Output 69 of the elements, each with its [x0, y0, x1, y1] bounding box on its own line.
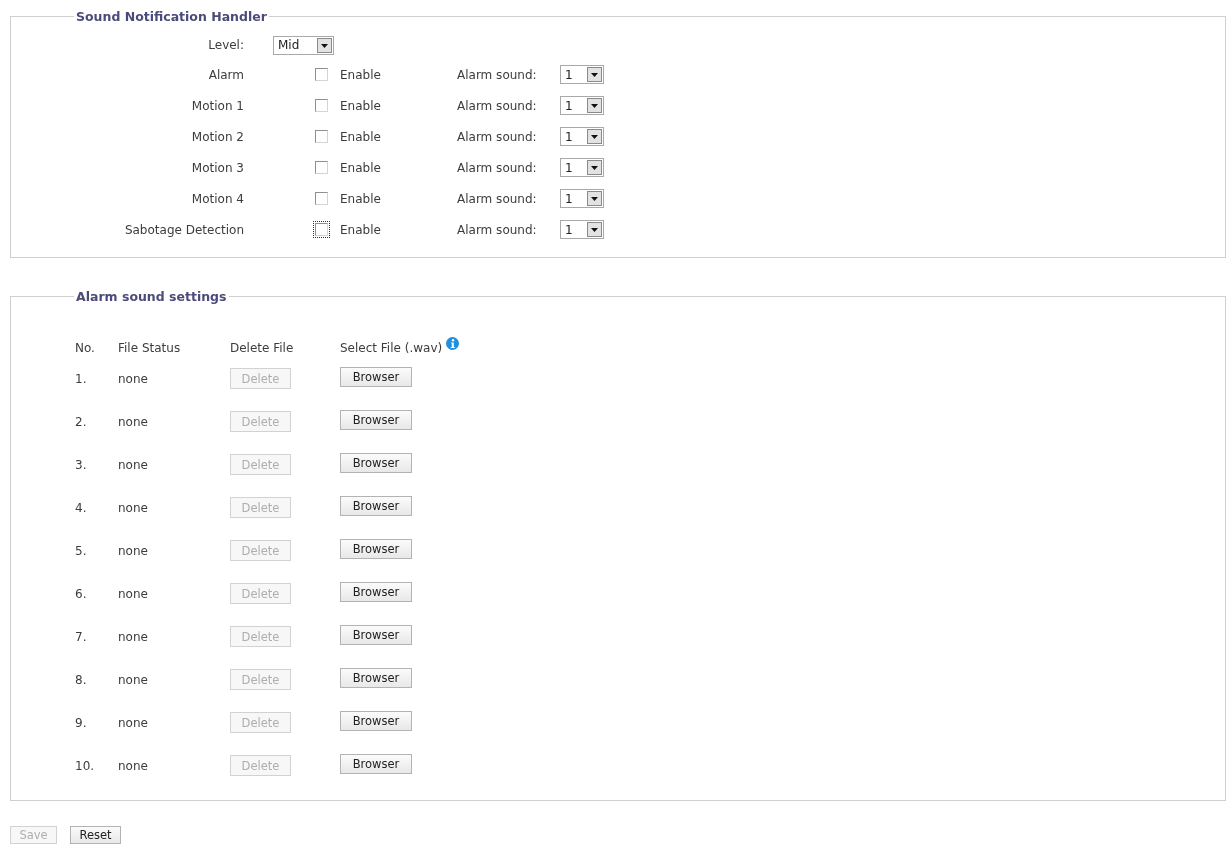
checkbox-label: Enable [340, 98, 381, 113]
event-label: Motion 2 [190, 129, 244, 144]
sound-label: Alarm sound: [457, 191, 538, 206]
enable-checkbox[interactable] [315, 192, 328, 205]
checkbox-label: Enable [340, 160, 381, 175]
file-status: none [118, 371, 149, 386]
file-status: none [118, 629, 149, 644]
file-status: none [118, 758, 149, 773]
event-label: Motion 1 [190, 98, 244, 113]
browser-button[interactable]: Browser [340, 753, 412, 774]
enable-checkbox[interactable] [315, 161, 328, 174]
level-label: Level: [207, 38, 244, 52]
checkbox-label: Enable [340, 222, 381, 237]
column-header: Select File (.wav) [340, 341, 443, 355]
reset-button[interactable]: Reset [70, 826, 121, 844]
file-status: none [118, 672, 149, 687]
sound-label: Alarm sound: [457, 67, 538, 82]
panel-title: Sound Notification Handler [75, 8, 268, 25]
event-label: Sabotage Detection [123, 222, 244, 237]
enable-checkbox[interactable] [315, 130, 328, 143]
enable-checkbox[interactable] [315, 99, 328, 112]
row-number: 10. [75, 758, 96, 773]
sound-select[interactable]: 1 [560, 158, 604, 177]
file-status: none [118, 715, 149, 730]
sound-select[interactable]: 1 [560, 189, 604, 208]
row-number: 3. [75, 457, 88, 472]
row-number: 1. [75, 371, 88, 386]
event-label: Motion 4 [190, 191, 244, 206]
row-number: 5. [75, 543, 88, 558]
column-header: No. [75, 341, 96, 355]
column-header: Delete File [230, 341, 295, 355]
info-icon[interactable] [446, 337, 460, 350]
row-number: 7. [75, 629, 88, 644]
sound-label: Alarm sound: [457, 160, 538, 175]
browser-button[interactable]: Browser [340, 710, 412, 731]
browser-button[interactable]: Browser [340, 495, 412, 516]
row-number: 2. [75, 414, 88, 429]
browser-button[interactable]: Browser [340, 667, 412, 688]
checkbox-label: Enable [340, 67, 381, 82]
file-status: none [118, 414, 149, 429]
row-number: 6. [75, 586, 88, 601]
checkbox-label: Enable [340, 191, 381, 206]
sound-select[interactable]: 1 [560, 96, 604, 115]
level-select[interactable]: Mid [273, 35, 334, 55]
row-number: 8. [75, 672, 88, 687]
browser-button[interactable]: Browser [340, 409, 412, 430]
browser-button[interactable]: Browser [340, 581, 412, 602]
browser-button[interactable]: Browser [340, 452, 412, 473]
browser-button[interactable]: Browser [340, 624, 412, 645]
browser-button[interactable]: Browser [340, 366, 412, 387]
enable-checkbox[interactable] [315, 68, 328, 81]
checkbox-label: Enable [340, 129, 381, 144]
sound-label: Alarm sound: [457, 129, 538, 144]
event-label: Motion 3 [190, 160, 244, 175]
browser-button[interactable]: Browser [340, 538, 412, 559]
sound-select[interactable]: 1 [560, 65, 604, 84]
sound-label: Alarm sound: [457, 98, 538, 113]
sound-select[interactable]: 1 [560, 127, 604, 146]
sound-label: Alarm sound: [457, 222, 538, 237]
event-label: Alarm [207, 67, 244, 82]
file-status: none [118, 500, 149, 515]
file-status: none [118, 586, 149, 601]
file-status: none [118, 543, 149, 558]
file-status: none [118, 457, 149, 472]
column-header: File Status [118, 341, 182, 355]
row-number: 9. [75, 715, 88, 730]
panel-title: Alarm sound settings [75, 288, 228, 305]
sound-select[interactable]: 1 [560, 220, 604, 239]
row-number: 4. [75, 500, 88, 515]
